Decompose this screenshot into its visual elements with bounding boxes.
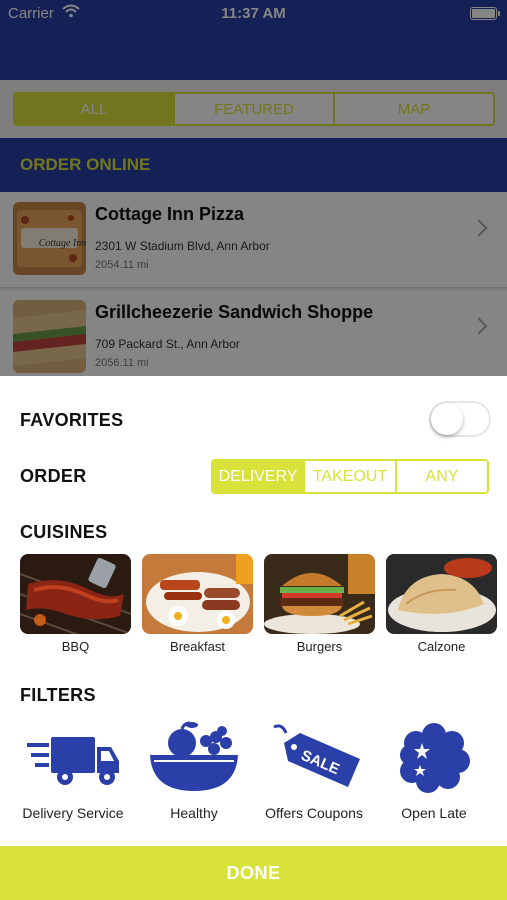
order-option-delivery[interactable]: DELIVERY [213, 461, 305, 492]
calzone-image [386, 554, 497, 634]
cuisine-label: Burgers [296, 639, 343, 654]
fruit-basket-icon [150, 721, 238, 791]
order-option-any[interactable]: ANY [397, 461, 487, 492]
filter-sheet: FAVORITES ORDER DELIVERY TAKEOUT ANY CUI… [0, 376, 507, 900]
filter-label: Healthy [170, 805, 218, 821]
cuisine-item-burgers[interactable]: Burgers [264, 554, 375, 654]
cuisines-label: CUISINES [20, 522, 108, 542]
breakfast-image [142, 554, 253, 634]
order-type-segmented-control: DELIVERY TAKEOUT ANY [211, 459, 489, 494]
bbq-image [20, 554, 131, 634]
filter-label: Open Late [401, 805, 467, 821]
order-option-takeout[interactable]: TAKEOUT [305, 461, 397, 492]
cuisine-label: BBQ [61, 639, 90, 654]
toggle-knob [431, 403, 463, 435]
filter-label: Offers Coupons [265, 805, 363, 821]
favorites-toggle[interactable] [429, 401, 491, 437]
delivery-truck-icon [27, 737, 119, 785]
cuisine-item-bbq[interactable]: BBQ [20, 554, 131, 654]
filter-open-late[interactable]: Open Late [374, 721, 494, 821]
dim-overlay[interactable] [0, 0, 507, 376]
cuisine-label: Breakfast [170, 639, 225, 654]
favorites-label: FAVORITES [20, 410, 124, 430]
cuisine-item-breakfast[interactable]: Breakfast [142, 554, 253, 654]
order-label: ORDER [20, 466, 87, 486]
cuisine-label: Calzone [417, 639, 466, 654]
sale-tag-icon: SALE [273, 724, 360, 787]
background-app: Carrier 11:37 AM ALL FEATURED MAP ORDER … [0, 0, 507, 376]
done-button[interactable]: DONE [0, 846, 507, 900]
filter-label: Delivery Service [22, 805, 124, 821]
burgers-image [264, 554, 375, 634]
filter-healthy[interactable]: Healthy [134, 721, 254, 821]
filter-options: Delivery Service Healthy SALE Offers Cou… [0, 721, 507, 821]
filter-offers-coupons[interactable]: SALE Offers Coupons [254, 721, 374, 821]
filters-label: FILTERS [20, 685, 96, 705]
cuisine-item-calzone[interactable]: Calzone [386, 554, 497, 654]
filter-delivery-service[interactable]: Delivery Service [13, 721, 133, 821]
cuisine-carousel[interactable]: BBQ Breakfast Burgers Calzone [20, 554, 507, 654]
moon-stars-icon [400, 723, 470, 793]
